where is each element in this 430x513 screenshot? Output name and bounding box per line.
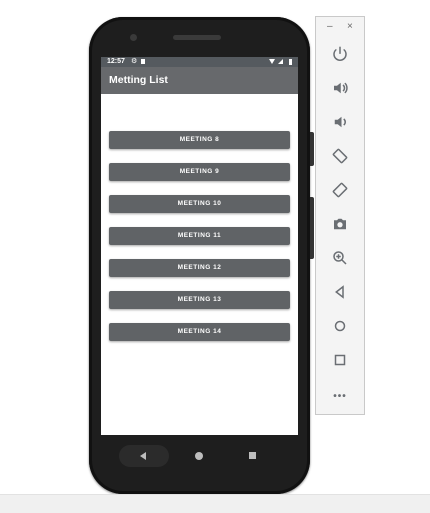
zoom-icon[interactable] <box>328 246 352 270</box>
camera-icon[interactable] <box>328 212 352 236</box>
power-side-button <box>310 132 314 166</box>
earpiece-speaker <box>173 35 221 40</box>
rotate-left-icon[interactable] <box>328 144 352 168</box>
app-toolbar: Metting List <box>101 67 298 94</box>
nav-back-icon[interactable] <box>140 452 146 460</box>
settings-notification-icon: ⚙ <box>131 58 138 65</box>
status-time: 12:57 <box>107 58 125 65</box>
emulator-toolbar-header: – × <box>316 17 364 39</box>
meeting-button[interactable]: MEETING 13 <box>109 291 290 309</box>
meeting-button[interactable]: MEETING 12 <box>109 259 290 277</box>
more-icon[interactable]: ••• <box>328 384 352 408</box>
app-title: Metting List <box>109 74 168 86</box>
device-frame: 12:57 ⚙ Metting List MEETING 8 MEETING 9… <box>89 17 314 494</box>
nav-recents-icon[interactable] <box>249 452 256 459</box>
meeting-list: MEETING 8 MEETING 9 MEETING 10 MEETING 1… <box>109 131 290 355</box>
navigation-bar <box>101 435 298 481</box>
meeting-button[interactable]: MEETING 11 <box>109 227 290 245</box>
power-icon[interactable] <box>328 42 352 66</box>
emulator-toolbar: – × ••• <box>315 16 365 415</box>
signal-icon <box>278 59 283 64</box>
status-bar: 12:57 ⚙ <box>101 57 298 67</box>
meeting-button[interactable]: MEETING 8 <box>109 131 290 149</box>
host-window-footer <box>0 494 430 513</box>
device-screen: 12:57 ⚙ Metting List MEETING 8 MEETING 9… <box>101 57 298 435</box>
close-button[interactable]: × <box>347 21 353 33</box>
wifi-icon <box>269 59 275 64</box>
meeting-button[interactable]: MEETING 9 <box>109 163 290 181</box>
minimize-button[interactable]: – <box>327 21 333 33</box>
meeting-button[interactable]: MEETING 14 <box>109 323 290 341</box>
rotate-right-icon[interactable] <box>328 178 352 202</box>
meeting-button[interactable]: MEETING 10 <box>109 195 290 213</box>
back-icon[interactable] <box>328 280 352 304</box>
volume-down-icon[interactable] <box>328 110 352 134</box>
nav-home-icon[interactable] <box>195 452 203 460</box>
overview-icon[interactable] <box>328 348 352 372</box>
home-icon[interactable] <box>328 314 352 338</box>
volume-side-button <box>310 197 314 259</box>
volume-up-icon[interactable] <box>328 76 352 100</box>
battery-icon <box>289 59 292 65</box>
front-camera <box>130 34 137 41</box>
sd-card-icon <box>141 59 145 64</box>
